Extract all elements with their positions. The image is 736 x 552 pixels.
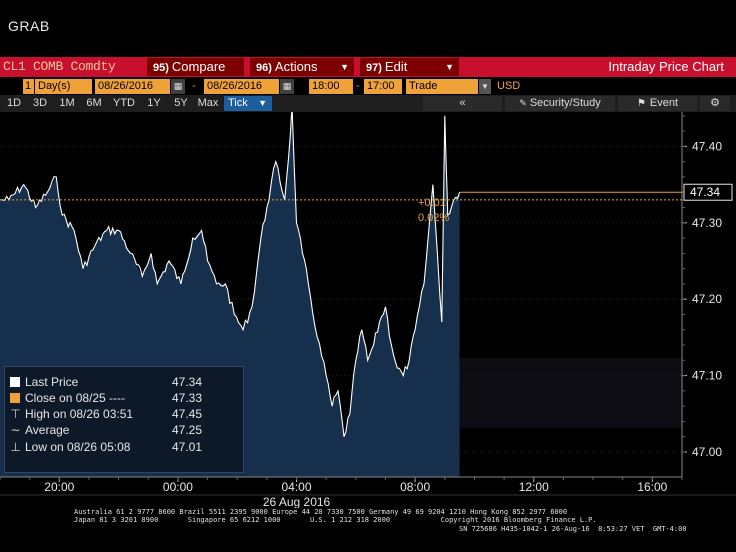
high-marker-icon: ⊤ <box>10 407 21 421</box>
date-separator: - <box>192 80 196 92</box>
range-1m-button[interactable]: 1M <box>55 96 79 111</box>
chevron-down-icon: ▼ <box>258 98 267 108</box>
legend-last-price: Last Price 47.34 <box>10 374 240 390</box>
calendar-icon[interactable]: ▦ <box>280 79 294 94</box>
edit-button-number: 97) <box>366 62 382 74</box>
legend-close: Close on 08/25 ---- 47.33 <box>10 390 240 406</box>
x-tick-label: 08:00 <box>400 480 430 494</box>
edit-dropdown-icon: ▼ <box>445 62 454 72</box>
footer-line-3: SN 725686 H435-1042-1 26-Aug-16 8:53:27 … <box>459 525 687 533</box>
edit-button[interactable]: 97) Edit ▼ <box>360 58 459 76</box>
x-tick-label: 12:00 <box>519 480 549 494</box>
chart-title: Intraday Price Chart <box>608 59 724 74</box>
security-study-button[interactable]: ✎ Security/Study <box>505 96 615 111</box>
gear-icon: ⚙ <box>710 97 720 109</box>
footer-line-1: Australia 61 2 9777 8600 Brazil 5511 239… <box>74 508 568 516</box>
back-icon: « <box>459 97 466 109</box>
actions-button[interactable]: 96) Actions ▼ <box>250 58 354 76</box>
y-tick-label: 47.30 <box>692 216 722 230</box>
range-ytd-button[interactable]: YTD <box>109 96 139 111</box>
x-axis-date-label: 26 Aug 2016 <box>263 495 331 508</box>
range-3d-button[interactable]: 3D <box>28 96 52 111</box>
back-button[interactable]: « <box>423 96 502 111</box>
params-bar: 1 Day(s) 08/26/2016 ▦ - 08/26/2016 ▦ 18:… <box>0 78 736 95</box>
calendar-icon[interactable]: ▦ <box>171 79 185 94</box>
legend-close-label: Close on 08/25 ---- <box>25 391 126 405</box>
last-price-tag: 47.34 <box>690 185 720 199</box>
edit-button-label: Edit <box>384 59 408 74</box>
tick-dropdown[interactable]: Tick ▼ <box>224 96 272 111</box>
footer: Australia 61 2 9777 8600 Brazil 5511 239… <box>0 508 736 534</box>
legend-last-price-label: Last Price <box>25 375 79 389</box>
legend-low: ⊥ Low on 08/26 05:08 47.01 <box>10 439 240 455</box>
compare-button-number: 95) <box>153 62 169 74</box>
actions-button-number: 96) <box>256 62 272 74</box>
x-tick-label: 16:00 <box>637 480 667 494</box>
legend-high-label: High on 08/26 03:51 <box>25 407 134 421</box>
session-band <box>459 358 682 428</box>
y-tick-label: 47.40 <box>692 139 722 153</box>
range-5y-button[interactable]: 5Y <box>169 96 193 111</box>
price-field-select[interactable]: Trade <box>406 79 478 94</box>
close-swatch <box>10 393 20 403</box>
compare-button[interactable]: 95) Compare <box>147 58 244 76</box>
footer-line-2: Japan 81 3 3201 8900 Singapore 65 6212 1… <box>74 516 597 524</box>
legend-last-price-value: 47.34 <box>172 375 203 389</box>
currency-label: USD <box>497 80 521 92</box>
period-count-field[interactable]: 1 <box>23 79 34 94</box>
start-time-field[interactable]: 18:00 <box>309 79 353 94</box>
compare-button-label: Compare <box>171 59 226 74</box>
y-tick-label: 47.20 <box>692 292 722 306</box>
security-study-label: Security/Study <box>529 97 601 109</box>
legend-high: ⊤ High on 08/26 03:51 47.45 <box>10 406 240 422</box>
pencil-icon: ✎ <box>519 98 527 108</box>
tick-dropdown-label: Tick <box>228 97 248 109</box>
low-marker-icon: ⊥ <box>10 440 21 454</box>
legend-high-value: 47.45 <box>172 407 203 421</box>
actions-button-label: Actions <box>274 59 318 74</box>
y-tick-label: 47.10 <box>692 369 722 383</box>
flag-icon: ⚑ <box>636 98 646 109</box>
range-bar: 1D 3D 1M 6M YTD 1Y 5Y Max Tick ▼ « ✎ Secu… <box>0 95 736 112</box>
settings-button[interactable]: ⚙ <box>700 96 730 111</box>
range-1d-button[interactable]: 1D <box>2 96 26 111</box>
change-percent: 0.02% <box>418 212 449 224</box>
field-dropdown-icon[interactable]: ▼ <box>479 79 491 94</box>
window-title: GRAB <box>8 18 50 34</box>
event-button[interactable]: ⚑ Event <box>618 96 697 111</box>
time-separator: - <box>356 80 360 92</box>
end-time-field[interactable]: 17:00 <box>364 79 402 94</box>
actions-dropdown-icon: ▼ <box>340 62 349 72</box>
chart-legend[interactable]: Last Price 47.34 Close on 08/25 ---- 47.… <box>4 366 244 473</box>
last-price-swatch <box>10 377 20 387</box>
period-unit-field[interactable]: Day(s) <box>35 79 92 94</box>
range-max-button[interactable]: Max <box>195 96 221 111</box>
range-1y-button[interactable]: 1Y <box>142 96 166 111</box>
legend-low-label: Low on 08/26 05:08 <box>25 440 131 454</box>
x-tick-label: 00:00 <box>163 480 193 494</box>
change-value: +0.01 <box>418 197 446 209</box>
legend-average-label: Average <box>25 423 70 437</box>
ticker-input[interactable]: CL1 COMB Comdty <box>0 57 143 77</box>
range-6m-button[interactable]: 6M <box>82 96 106 111</box>
legend-average: ∼ Average 47.25 <box>10 422 240 438</box>
start-date-field[interactable]: 08/26/2016 <box>95 79 170 94</box>
x-tick-label: 04:00 <box>282 480 312 494</box>
event-label: Event <box>649 97 679 109</box>
end-date-field[interactable]: 08/26/2016 <box>204 79 279 94</box>
average-marker-icon: ∼ <box>10 423 21 437</box>
legend-close-value: 47.33 <box>172 391 203 405</box>
x-tick-label: 20:00 <box>44 480 74 494</box>
command-bar: CL1 COMB Comdty 95) Compare 96) Actions ▼ … <box>0 57 736 77</box>
y-tick-label: 47.00 <box>692 445 722 459</box>
legend-low-value: 47.01 <box>172 440 203 454</box>
legend-average-value: 47.25 <box>172 423 203 437</box>
